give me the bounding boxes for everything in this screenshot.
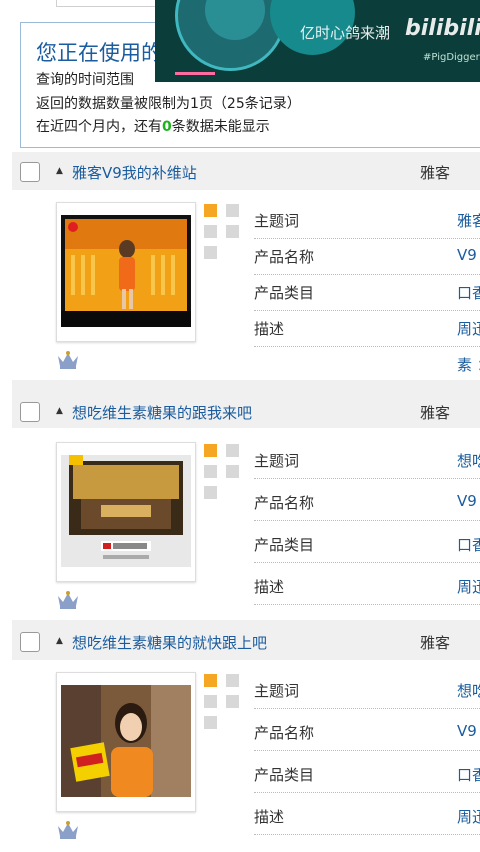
keyword-label: 主题词 [254, 452, 300, 470]
crown-icon[interactable] [56, 820, 80, 840]
item-2-category-row: 产品类目 口香 [254, 526, 480, 563]
item-1-product-name-value[interactable]: V9 [457, 246, 477, 264]
item-3-product-name-value[interactable]: V9 [457, 722, 477, 740]
status-dot [226, 465, 239, 478]
status-dot [204, 486, 217, 499]
overlay-progress-mark [175, 72, 215, 75]
bilibili-logo: bilibili [405, 16, 480, 41]
notice-remaining-count: 0 [162, 119, 172, 135]
item-3-keyword-value[interactable]: 想吃 [457, 680, 480, 701]
description-label: 描述 [254, 578, 285, 596]
item-2-status-dots [204, 444, 244, 504]
product-category-label: 产品类目 [254, 284, 315, 302]
item-1-description-value[interactable]: 周迅 [457, 318, 480, 339]
collapse-arrow-icon[interactable]: ▲ [56, 166, 63, 176]
item-3-brand: 雅客 [420, 634, 451, 652]
overlay-watermark-text: 亿时心鸽来潮 [300, 24, 391, 42]
item-3-category-row: 产品类目 口香 [254, 756, 480, 793]
overlay-handle: #PigDigger [423, 52, 480, 63]
status-dot [204, 695, 217, 708]
notice-title: 您正在使用的 [36, 41, 162, 65]
item-3-thumbnail[interactable] [56, 672, 196, 812]
item-2-description-row: 描述 周迅 [254, 568, 480, 605]
notice-remaining-suffix: 条数据未能显示 [171, 119, 270, 135]
item-1-checkbox[interactable] [20, 162, 40, 182]
item-1-category-value[interactable]: 口香 [457, 282, 480, 303]
item-3-checkbox[interactable] [20, 632, 40, 652]
status-dot [226, 674, 239, 687]
notice-time-range: 查询的时间范围 [36, 72, 134, 88]
item-1-title[interactable]: 雅客V9我的补维站 [72, 162, 197, 183]
item-2-description-value[interactable]: 周迅 [457, 576, 480, 597]
keyword-label: 主题词 [254, 682, 300, 700]
item-2-thumbnail[interactable] [56, 442, 196, 582]
item-1-extra-value[interactable]: 素 ： [457, 354, 480, 375]
item-1-keyword-value[interactable]: 雅客 [457, 210, 480, 231]
video-frame-image [61, 215, 191, 327]
item-2-brand: 雅客 [420, 404, 451, 422]
item-3-product-name-row: 产品名称 V9 [254, 714, 480, 751]
product-name-label: 产品名称 [254, 494, 315, 512]
description-label: 描述 [254, 320, 285, 338]
item-3-status-dots [204, 674, 244, 734]
result-item-1: ▲ 雅客V9我的补维站 雅客 主题词 雅客 产品名称 V9 产品类目 口香 描述… [12, 152, 480, 380]
item-1-keyword-row: 主题词 雅客 [254, 202, 480, 239]
item-1-thumbnail[interactable] [56, 202, 196, 342]
status-dot [204, 204, 217, 217]
status-dot [204, 465, 217, 478]
item-3-category-value[interactable]: 口香 [457, 764, 480, 785]
item-1-brand: 雅客 [420, 164, 451, 182]
product-category-label: 产品类目 [254, 536, 315, 554]
result-item-3: ▲ 想吃维生素糖果的就快跟上吧 雅客 主题词 想吃 产品名称 V9 产品类目 口… [12, 622, 480, 852]
item-1-description-row: 描述 周迅 [254, 310, 480, 347]
notice-limit: 返回的数据数量被限制为1页（25条记录） [36, 96, 301, 112]
status-dot [204, 225, 217, 238]
status-dot [204, 444, 217, 457]
item-2-keyword-row: 主题词 想吃 [254, 442, 480, 479]
item-3-title[interactable]: 想吃维生素糖果的就快跟上吧 [72, 632, 267, 653]
product-name-label: 产品名称 [254, 724, 315, 742]
video-frame-image [61, 455, 191, 567]
status-dot [204, 716, 217, 729]
collapse-arrow-icon[interactable]: ▲ [56, 636, 63, 646]
status-dot [226, 204, 239, 217]
crown-icon[interactable] [56, 350, 80, 370]
item-2-checkbox[interactable] [20, 402, 40, 422]
item-1-category-row: 产品类目 口香 [254, 274, 480, 311]
product-name-label: 产品名称 [254, 248, 315, 266]
item-2-keyword-value[interactable]: 想吃 [457, 450, 480, 471]
status-dot [226, 695, 239, 708]
video-overlay: 亿时心鸽来潮 bilibili #PigDigger [155, 0, 480, 82]
description-label: 描述 [254, 808, 285, 826]
item-1-product-name-row: 产品名称 V9 [254, 238, 480, 275]
item-2-category-value[interactable]: 口香 [457, 534, 480, 555]
video-frame-image [61, 685, 191, 797]
status-dot [226, 225, 239, 238]
item-2-title[interactable]: 想吃维生素糖果的跟我来吧 [72, 402, 252, 423]
result-item-2: ▲ 想吃维生素糖果的跟我来吧 雅客 主题词 想吃 产品名称 V9 产品类目 口香… [12, 392, 480, 620]
item-3-description-row: 描述 周迅 [254, 798, 480, 835]
notice-remaining: 在近四个月内，还有0条数据未能显示 [36, 116, 270, 136]
item-2-product-name-value[interactable]: V9 [457, 492, 477, 510]
item-1-status-dots [204, 204, 244, 264]
crown-icon[interactable] [56, 590, 80, 610]
product-category-label: 产品类目 [254, 766, 315, 784]
status-dot [204, 246, 217, 259]
item-3-description-value[interactable]: 周迅 [457, 806, 480, 827]
item-1-extra-row: 素 ： [254, 346, 480, 382]
item-2-product-name-row: 产品名称 V9 [254, 484, 480, 521]
keyword-label: 主题词 [254, 212, 300, 230]
item-3-keyword-row: 主题词 想吃 [254, 672, 480, 709]
status-dot [226, 444, 239, 457]
collapse-arrow-icon[interactable]: ▲ [56, 406, 63, 416]
notice-remaining-prefix: 在近四个月内，还有 [36, 119, 162, 135]
status-dot [204, 674, 217, 687]
